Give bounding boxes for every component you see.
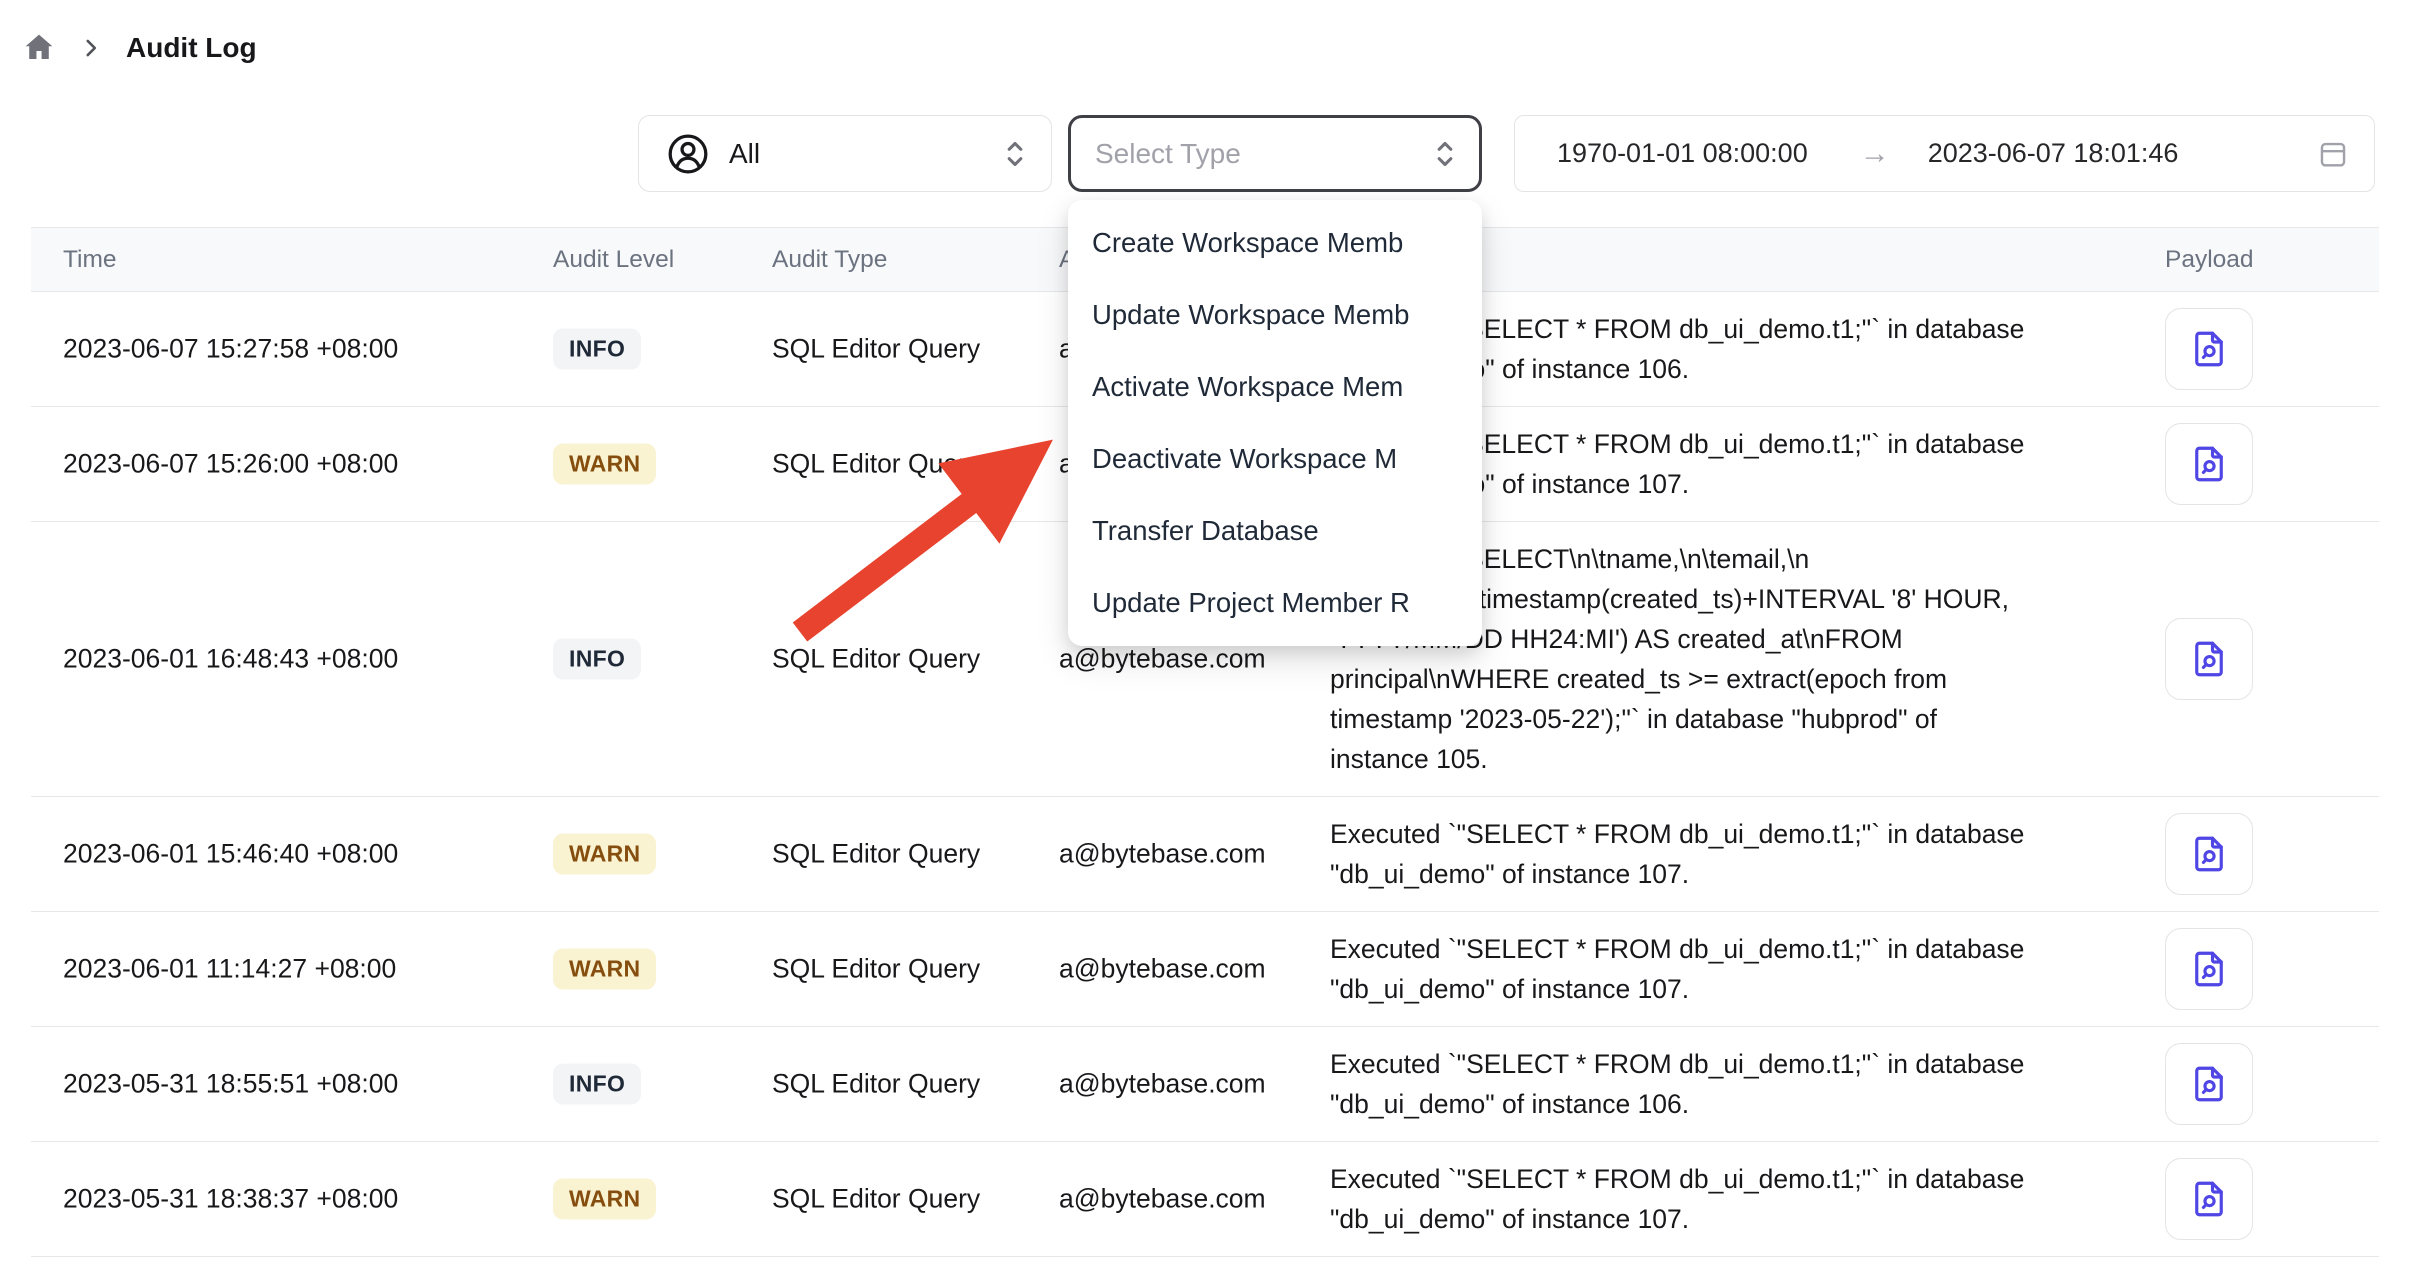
type-dropdown-option[interactable]: Update Workspace Memb xyxy=(1068,279,1482,351)
file-search-icon xyxy=(2188,833,2230,875)
audit-level-badge: WARN xyxy=(553,949,656,990)
row-audit-type: SQL Editor Query xyxy=(772,1184,980,1215)
audit-log-page: Audit Log All Select Type 1970-01-01 08:… xyxy=(0,0,2410,1268)
payload-view-button[interactable] xyxy=(2165,618,2253,700)
date-range-arrow-icon: → xyxy=(1860,137,1890,171)
type-dropdown-option[interactable]: Deactivate Workspace M xyxy=(1068,423,1482,495)
row-audit-type: SQL Editor Query xyxy=(772,334,980,365)
table-row: 2023-06-01 11:14:27 +08:00 WARN SQL Edit… xyxy=(31,912,2379,1027)
row-audit-type: SQL Editor Query xyxy=(772,449,980,480)
actor-filter-value: All xyxy=(729,138,983,170)
file-search-icon xyxy=(2188,1178,2230,1220)
table-row: 2023-06-01 15:46:40 +08:00 WARN SQL Edit… xyxy=(31,797,2379,912)
row-time: 2023-05-31 18:38:37 +08:00 xyxy=(63,1184,398,1215)
row-time: 2023-05-31 18:55:51 +08:00 xyxy=(63,1069,398,1100)
up-down-chevrons-icon xyxy=(1001,136,1029,172)
row-actor: a@bytebase.com xyxy=(1059,954,1266,985)
file-search-icon xyxy=(2188,1063,2230,1105)
audit-level-badge: WARN xyxy=(553,834,656,875)
row-actor: a@bytebase.com xyxy=(1059,839,1266,870)
payload-view-button[interactable] xyxy=(2165,308,2253,390)
column-header-audit-level: Audit Level xyxy=(553,228,674,291)
row-time: 2023-06-01 16:48:43 +08:00 xyxy=(63,644,398,675)
audit-level-badge: INFO xyxy=(553,1064,641,1105)
audit-level-badge: INFO xyxy=(553,639,641,680)
audit-level-badge: WARN xyxy=(553,1179,656,1220)
date-range-start[interactable]: 1970-01-01 08:00:00 xyxy=(1557,138,1808,169)
column-header-payload: Payload xyxy=(2165,228,2254,291)
row-comment: Executed `"SELECT * FROM db_ui_demo.t1;"… xyxy=(1330,1142,2142,1256)
table-row: 2023-05-31 18:38:37 +08:00 WARN SQL Edit… xyxy=(31,1142,2379,1257)
row-audit-type: SQL Editor Query xyxy=(772,1069,980,1100)
row-comment: Executed `"SELECT * FROM db_ui_demo.t1;"… xyxy=(1330,1027,2142,1141)
type-dropdown-option[interactable]: Create Workspace Memb xyxy=(1068,207,1482,279)
audit-level-badge: INFO xyxy=(553,329,641,370)
file-search-icon xyxy=(2188,443,2230,485)
type-dropdown-option[interactable]: Activate Workspace Mem xyxy=(1068,351,1482,423)
date-range-picker[interactable]: 1970-01-01 08:00:00 → 2023-06-07 18:01:4… xyxy=(1514,115,2375,192)
person-circle-icon xyxy=(665,131,711,177)
actor-filter-select[interactable]: All xyxy=(638,115,1052,192)
chevron-right-icon xyxy=(78,35,104,61)
row-actor: a@bytebase.com xyxy=(1059,1069,1266,1100)
payload-view-button[interactable] xyxy=(2165,1158,2253,1240)
column-header-time: Time xyxy=(63,228,117,291)
breadcrumb: Audit Log xyxy=(22,26,257,70)
page-title: Audit Log xyxy=(126,32,257,64)
table-row: 2023-05-31 18:55:51 +08:00 INFO SQL Edit… xyxy=(31,1027,2379,1142)
row-time: 2023-06-07 15:27:58 +08:00 xyxy=(63,334,398,365)
row-time: 2023-06-07 15:26:00 +08:00 xyxy=(63,449,398,480)
home-icon[interactable] xyxy=(22,31,56,65)
row-audit-type: SQL Editor Query xyxy=(772,839,980,870)
row-audit-type: SQL Editor Query xyxy=(772,644,980,675)
calendar-icon xyxy=(2316,137,2350,171)
file-search-icon xyxy=(2188,948,2230,990)
payload-view-button[interactable] xyxy=(2165,928,2253,1010)
row-comment: Executed `"SELECT * FROM db_ui_demo.t1;"… xyxy=(1330,912,2142,1026)
row-audit-type: SQL Editor Query xyxy=(772,954,980,985)
row-comment: Executed `"SELECT * FROM db_ui_demo.t1;"… xyxy=(1330,797,2142,911)
date-range-end[interactable]: 2023-06-07 18:01:46 xyxy=(1928,138,2179,169)
row-time: 2023-06-01 11:14:27 +08:00 xyxy=(63,954,396,985)
payload-view-button[interactable] xyxy=(2165,1043,2253,1125)
row-actor: a@bytebase.com xyxy=(1059,1184,1266,1215)
type-dropdown-option[interactable]: Transfer Database xyxy=(1068,495,1482,567)
type-dropdown-menu: Create Workspace MembUpdate Workspace Me… xyxy=(1068,200,1482,646)
type-dropdown-option[interactable]: Update Project Member R xyxy=(1068,567,1482,639)
row-time: 2023-06-01 15:46:40 +08:00 xyxy=(63,839,398,870)
row-actor: a@bytebase.com xyxy=(1059,644,1266,675)
column-header-audit-type: Audit Type xyxy=(772,228,887,291)
payload-view-button[interactable] xyxy=(2165,423,2253,505)
type-filter-placeholder: Select Type xyxy=(1095,138,1431,170)
file-search-icon xyxy=(2188,328,2230,370)
file-search-icon xyxy=(2188,638,2230,680)
type-filter-select[interactable]: Select Type xyxy=(1068,115,1482,192)
partial-next-row xyxy=(31,1257,2379,1268)
up-down-chevrons-icon xyxy=(1431,136,1459,172)
payload-view-button[interactable] xyxy=(2165,813,2253,895)
audit-level-badge: WARN xyxy=(553,444,656,485)
